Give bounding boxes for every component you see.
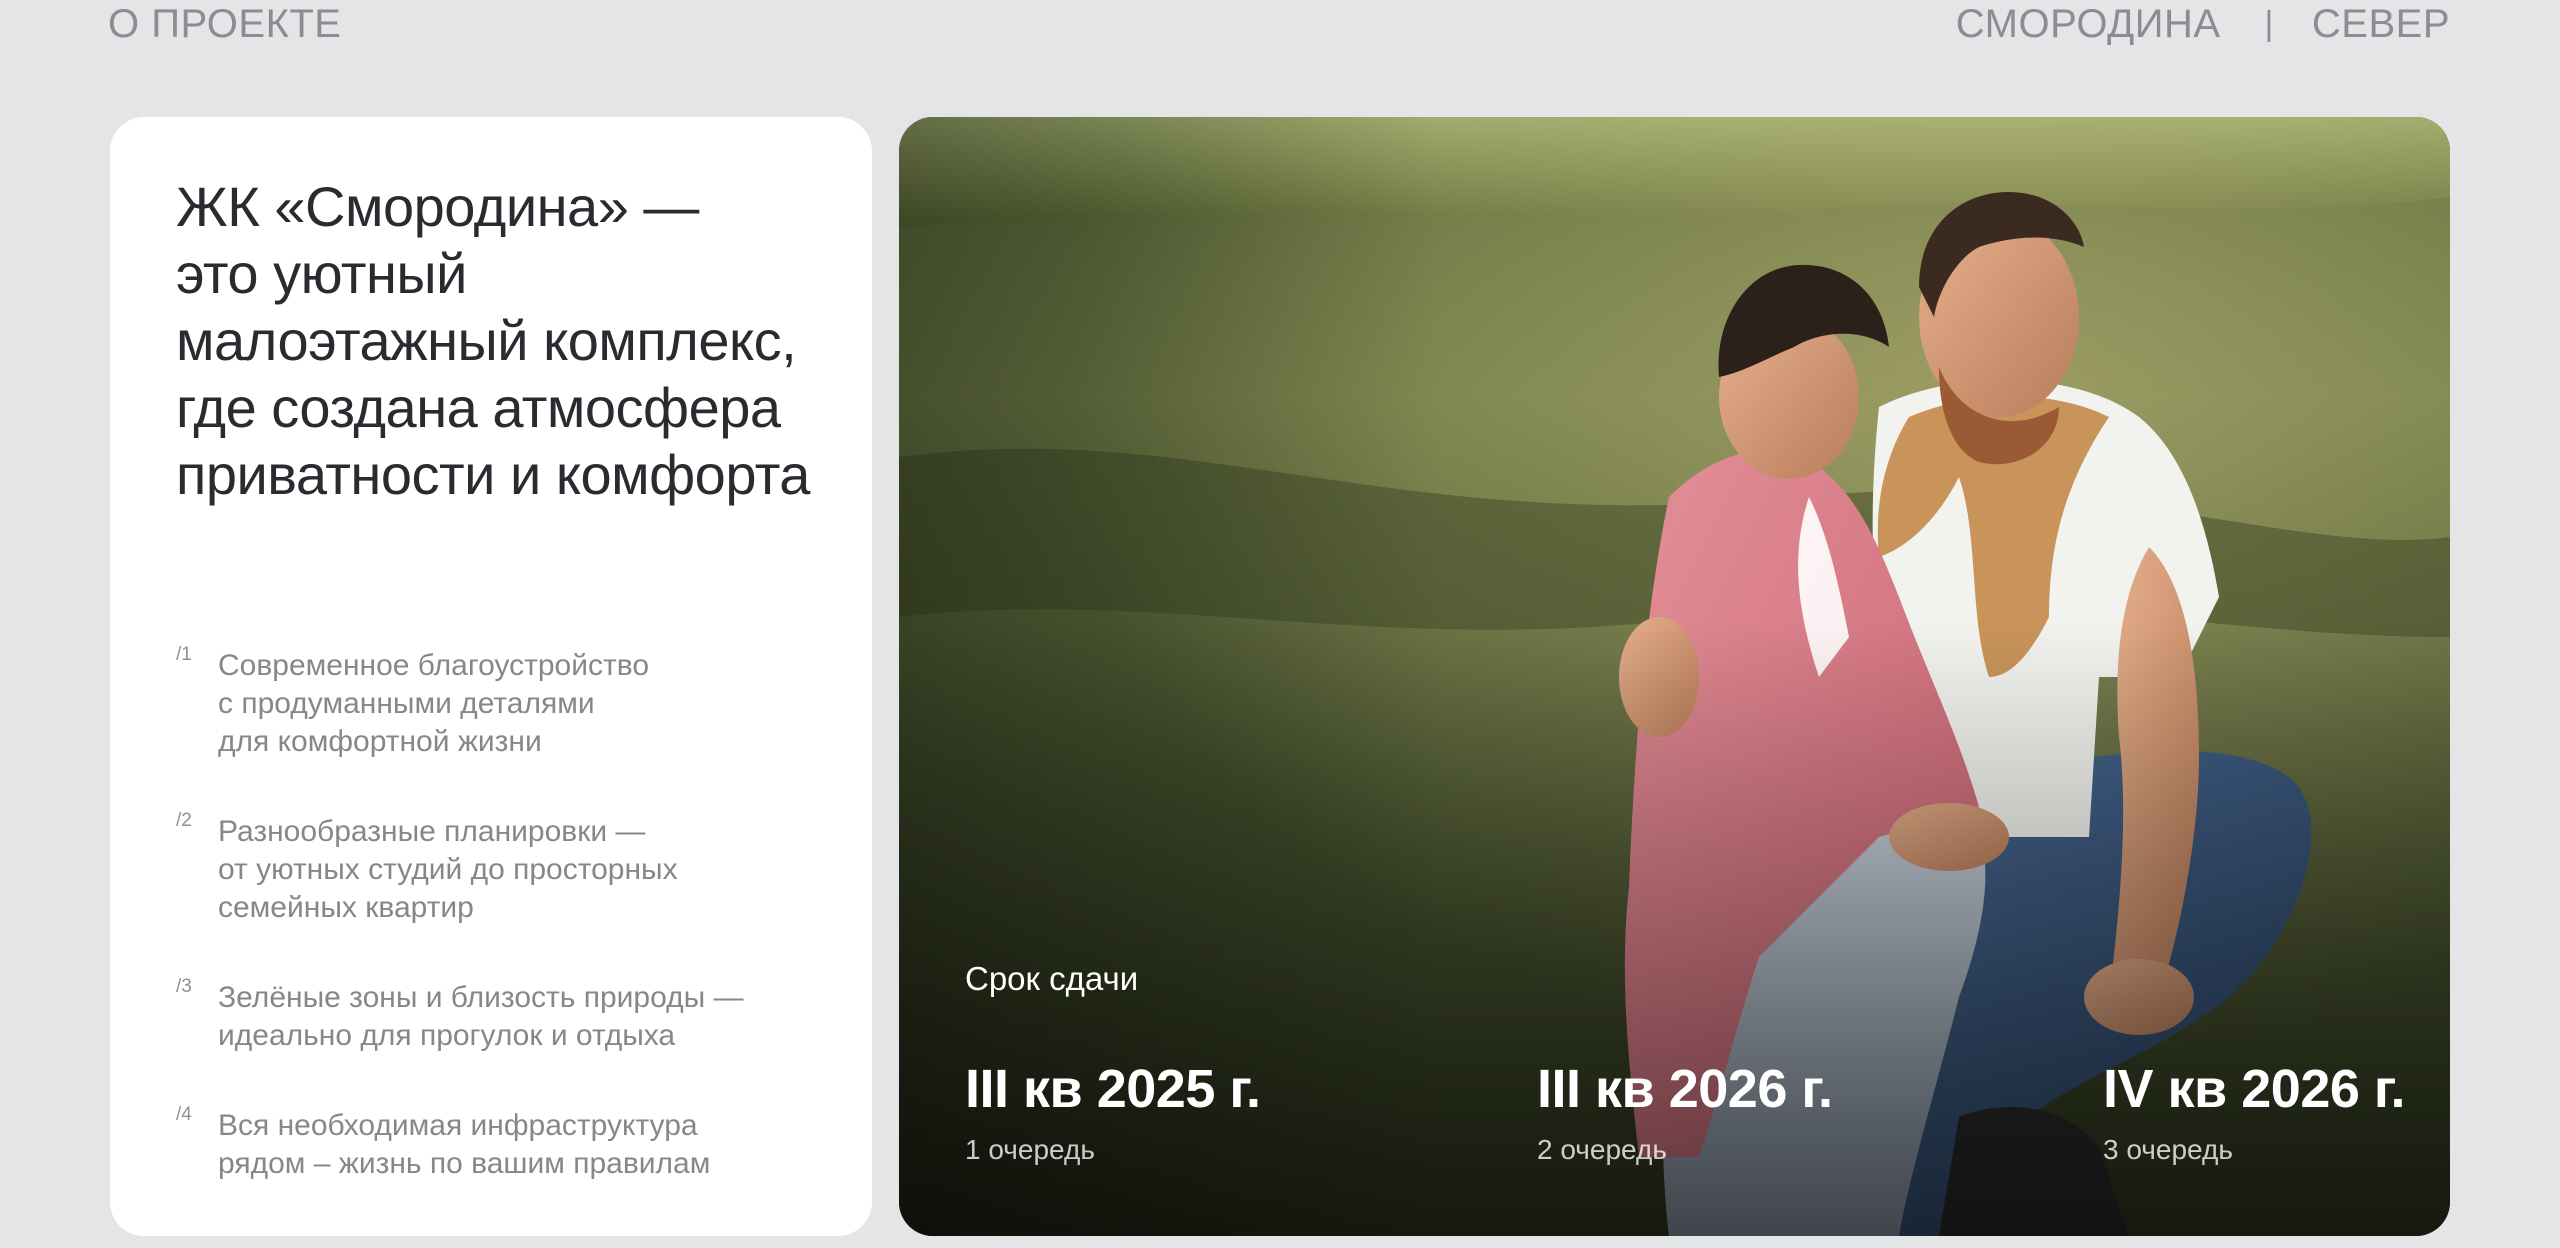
headline-line: ЖК «Смородина» —: [176, 175, 699, 238]
delivery-stage: IV кв 2026 г. 3 очередь: [2103, 1057, 2405, 1167]
feature-number: /2: [176, 810, 192, 831]
intro-card: ЖК «Смородина» — это уютный малоэтажный …: [110, 117, 872, 1236]
section-label: О ПРОЕКТЕ: [108, 2, 342, 46]
headline-line: где создана атмосфера: [176, 376, 781, 439]
stage-date: III кв 2026 г.: [1537, 1059, 1833, 1119]
feature-text: Разнообразные планировки — от уютных сту…: [218, 815, 678, 924]
feature-item: /2 Разнообразные планировки — от уютных …: [176, 810, 816, 927]
delivery-caption: Срок сдачи: [965, 960, 1139, 997]
top-bar: О ПРОЕКТЕ СМОРОДИНА | СЕВЕР: [0, 0, 2560, 60]
stage-phase: 3 очередь: [2103, 1134, 2233, 1165]
nav-link-smorodina[interactable]: СМОРОДИНА: [1956, 0, 2221, 48]
feature-text: Зелёные зоны и близость природы — идеаль…: [218, 981, 744, 1052]
delivery-stage: III кв 2025 г. 1 очередь: [965, 1057, 1261, 1167]
feature-item: /4 Вся необходимая инфраструктура рядом …: [176, 1104, 816, 1183]
intro-headline: ЖК «Смородина» — это уютный малоэтажный …: [176, 173, 856, 508]
feature-text: Вся необходимая инфраструктура рядом – ж…: [218, 1109, 711, 1180]
stage-date: IV кв 2026 г.: [2103, 1059, 2405, 1119]
nav-link-sever[interactable]: СЕВЕР: [2312, 0, 2450, 48]
feature-item: /1 Современное благоустройство с продума…: [176, 644, 816, 761]
nav-separator: |: [2264, 5, 2274, 43]
stage-phase: 2 очередь: [1537, 1134, 1667, 1165]
headline-line: приватности и комфорта: [176, 443, 810, 506]
project-nav: СМОРОДИНА | СЕВЕР: [1956, 0, 2450, 48]
stage-phase: 1 очередь: [965, 1134, 1095, 1165]
feature-item: /3 Зелёные зоны и близость природы — иде…: [176, 976, 816, 1055]
delivery-stage: III кв 2026 г. 2 очередь: [1537, 1057, 1833, 1167]
feature-text: Современное благоустройство с продуманны…: [218, 649, 650, 758]
feature-number: /1: [176, 644, 192, 665]
delivery-photo-card: Срок сдачи III кв 2025 г. 1 очередь III …: [899, 117, 2450, 1236]
feature-number: /4: [176, 1104, 192, 1125]
feature-number: /3: [176, 976, 192, 997]
delivery-stages: III кв 2025 г. 1 очередь III кв 2026 г. …: [899, 1057, 2450, 1187]
headline-line: это уютный: [176, 242, 467, 305]
stage-date: III кв 2025 г.: [965, 1059, 1261, 1119]
headline-line: малоэтажный комплекс,: [176, 309, 797, 372]
features-list: /1 Современное благоустройство с продума…: [176, 644, 816, 1183]
